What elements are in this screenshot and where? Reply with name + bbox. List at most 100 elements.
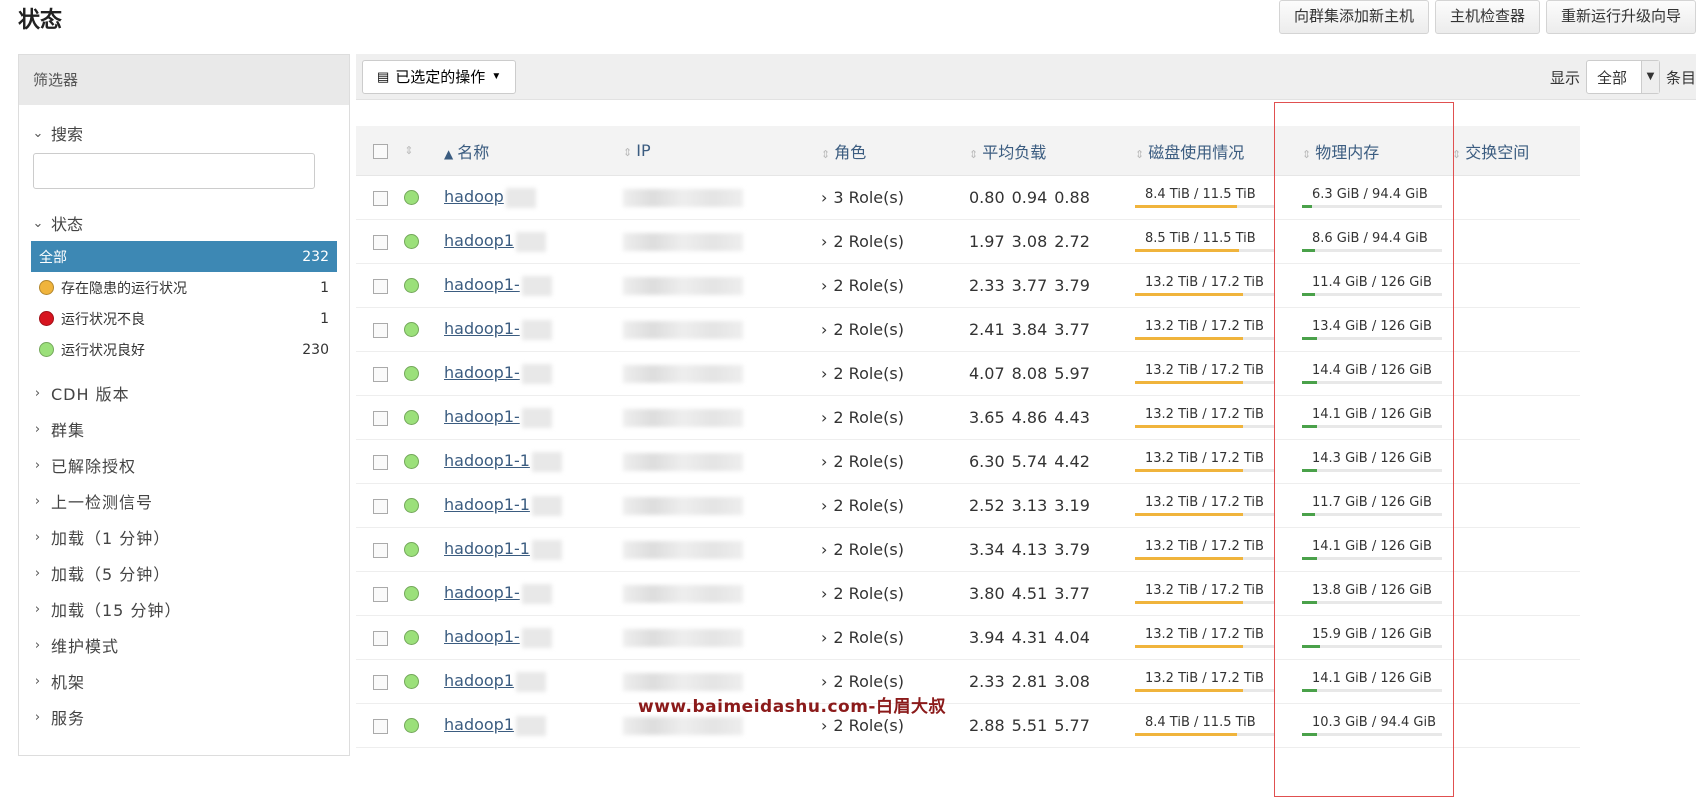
roles-toggle[interactable]: › 2 Role(s)	[821, 320, 961, 339]
filter-section-label: CDH 版本	[51, 385, 130, 404]
roles-toggle[interactable]: › 2 Role(s)	[821, 408, 961, 427]
column-header-ip[interactable]: ⇕ IP	[615, 141, 813, 160]
chevron-right-icon: ›	[821, 628, 828, 647]
disk-usage-bar	[1135, 337, 1275, 340]
table-toolbar: ▤ 已选定的操作 ▼ 显示 全部 ▼ 条目	[356, 54, 1696, 100]
roles-toggle[interactable]: › 2 Role(s)	[821, 452, 961, 471]
rerun-upgrade-wizard-button[interactable]: 重新运行升级向导	[1545, 0, 1696, 34]
column-header-load[interactable]: ⇕ 平均负载	[961, 139, 1129, 163]
host-name-link[interactable]: hadoop	[444, 187, 504, 206]
chevron-right-icon: ›	[34, 385, 42, 401]
roles-toggle[interactable]: › 2 Role(s)	[821, 232, 961, 251]
status-filter-all[interactable]: 全部 232	[31, 241, 337, 272]
host-name-link[interactable]: hadoop1-1	[444, 495, 530, 514]
display-count-select[interactable]: 全部 ▼	[1585, 60, 1660, 94]
filter-section-rack[interactable]: › 机架	[19, 663, 349, 699]
column-header-role[interactable]: ⇕ 角色	[813, 139, 961, 163]
memory-usage: 14.3 GiB / 126 GiB	[1294, 451, 1444, 472]
filter-section-decommissioned[interactable]: › 已解除授权	[19, 447, 349, 483]
host-name-link[interactable]: hadoop1	[444, 671, 514, 690]
redacted-ip	[623, 497, 743, 516]
search-section-toggle[interactable]: ⌄ 搜索	[19, 121, 349, 145]
host-name-link[interactable]: hadoop1-1	[444, 451, 530, 470]
column-header-name[interactable]: ▲ 名称	[430, 139, 615, 163]
host-inspector-button[interactable]: 主机检查器	[1434, 0, 1540, 34]
load-15min: 4.04	[1054, 628, 1090, 647]
row-checkbox[interactable]	[372, 191, 388, 206]
row-checkbox[interactable]	[372, 323, 388, 338]
roles-toggle[interactable]: › 3 Role(s)	[821, 188, 961, 207]
status-filter-concerning[interactable]: 存在隐患的运行状况 1	[31, 272, 337, 303]
chevron-right-icon: ›	[34, 457, 42, 473]
host-name-link[interactable]: hadoop1	[444, 231, 514, 250]
memory-usage-fill	[1302, 645, 1321, 648]
roles-toggle[interactable]: › 2 Role(s)	[821, 496, 961, 515]
disk-usage-text: 8.5 TiB / 11.5 TiB	[1145, 231, 1256, 246]
table-row: hadoop1-1 › 2 Role(s) 3.34 4.13 3.79 13.2 T…	[356, 528, 1580, 572]
select-all-checkbox[interactable]	[372, 144, 388, 159]
row-checkbox[interactable]	[372, 719, 388, 734]
chevron-right-icon: ›	[34, 493, 42, 509]
roles-toggle[interactable]: › 2 Role(s)	[821, 540, 961, 559]
row-checkbox[interactable]	[372, 455, 388, 470]
host-name-link[interactable]: hadoop1-	[444, 627, 520, 646]
roles-toggle[interactable]: › 2 Role(s)	[821, 672, 961, 691]
roles-toggle[interactable]: › 2 Role(s)	[821, 628, 961, 647]
chevron-right-icon: ›	[34, 673, 42, 689]
redacted-blur	[531, 451, 562, 472]
column-header-disk[interactable]: ⇕ 磁盘使用情况	[1129, 139, 1294, 163]
health-good-icon	[403, 498, 419, 513]
row-checkbox[interactable]	[372, 675, 388, 690]
row-checkbox[interactable]	[372, 499, 388, 514]
load-5min: 2.81	[1011, 672, 1048, 691]
column-header-memory[interactable]: ⇕ 物理内存	[1294, 139, 1444, 163]
add-host-button[interactable]: 向群集添加新主机	[1278, 0, 1429, 34]
roles-toggle[interactable]: › 2 Role(s)	[821, 276, 961, 295]
sort-icon[interactable]: ⇕	[404, 144, 413, 157]
host-name-link[interactable]: hadoop1-	[444, 275, 520, 294]
memory-usage-text: 11.7 GiB / 126 GiB	[1312, 495, 1432, 510]
column-header-swap[interactable]: ⇕ 交换空间	[1444, 139, 1564, 163]
host-name-link[interactable]: hadoop1-	[444, 363, 520, 382]
filter-section-last-heartbeat[interactable]: › 上一检测信号	[19, 483, 349, 519]
host-name-link[interactable]: hadoop1-	[444, 319, 520, 338]
status-filter-good[interactable]: 运行状况良好 230	[31, 334, 337, 365]
host-name-link[interactable]: hadoop1-	[444, 583, 520, 602]
host-name-link[interactable]: hadoop1	[444, 715, 514, 734]
roles-toggle[interactable]: › 2 Role(s)	[821, 584, 961, 603]
filter-section-services[interactable]: › 服务	[19, 699, 349, 735]
roles-toggle[interactable]: › 2 Role(s)	[821, 716, 961, 735]
chevron-right-icon: ›	[34, 529, 42, 545]
disk-usage-fill	[1135, 337, 1243, 340]
status-section-toggle[interactable]: ⌄ 状态	[19, 211, 349, 235]
search-input[interactable]	[33, 153, 315, 189]
filter-section-load-15min[interactable]: › 加载（15 分钟）	[19, 591, 349, 627]
load-average: 0.80 0.94 0.88	[961, 188, 1129, 207]
host-name-link[interactable]: hadoop1-1	[444, 539, 530, 558]
filter-section-load-1min[interactable]: › 加载（1 分钟）	[19, 519, 349, 555]
filter-section-cdh-version[interactable]: › CDH 版本	[19, 375, 349, 411]
status-filter-bad[interactable]: 运行状况不良 1	[31, 303, 337, 334]
roles-toggle[interactable]: › 2 Role(s)	[821, 364, 961, 383]
row-checkbox[interactable]	[372, 411, 388, 426]
row-checkbox[interactable]	[372, 587, 388, 602]
memory-usage: 14.1 GiB / 126 GiB	[1294, 407, 1444, 428]
filter-section-cluster[interactable]: › 群集	[19, 411, 349, 447]
chevron-right-icon: ›	[34, 709, 42, 725]
filter-section-load-5min[interactable]: › 加载（5 分钟）	[19, 555, 349, 591]
row-checkbox[interactable]	[372, 543, 388, 558]
health-good-icon	[403, 630, 419, 645]
table-row: hadoop1 › 2 Role(s) 2.88 5.51 5.77 8.4 TiB …	[356, 704, 1580, 748]
row-checkbox[interactable]	[372, 235, 388, 250]
selected-actions-dropdown[interactable]: ▤ 已选定的操作 ▼	[362, 59, 517, 94]
chevron-right-icon: ›	[34, 565, 42, 581]
table-row: hadoop1-1 › 2 Role(s) 2.52 3.13 3.19 13.2 T…	[356, 484, 1580, 528]
load-15min: 5.97	[1054, 364, 1090, 383]
filter-section-maintenance-mode[interactable]: › 维护模式	[19, 627, 349, 663]
row-checkbox[interactable]	[372, 367, 388, 382]
host-name-link[interactable]: hadoop1-	[444, 407, 520, 426]
load-1min: 2.88	[969, 716, 1005, 735]
row-checkbox[interactable]	[372, 631, 388, 646]
memory-usage-bar	[1302, 645, 1442, 648]
row-checkbox[interactable]	[372, 279, 388, 294]
